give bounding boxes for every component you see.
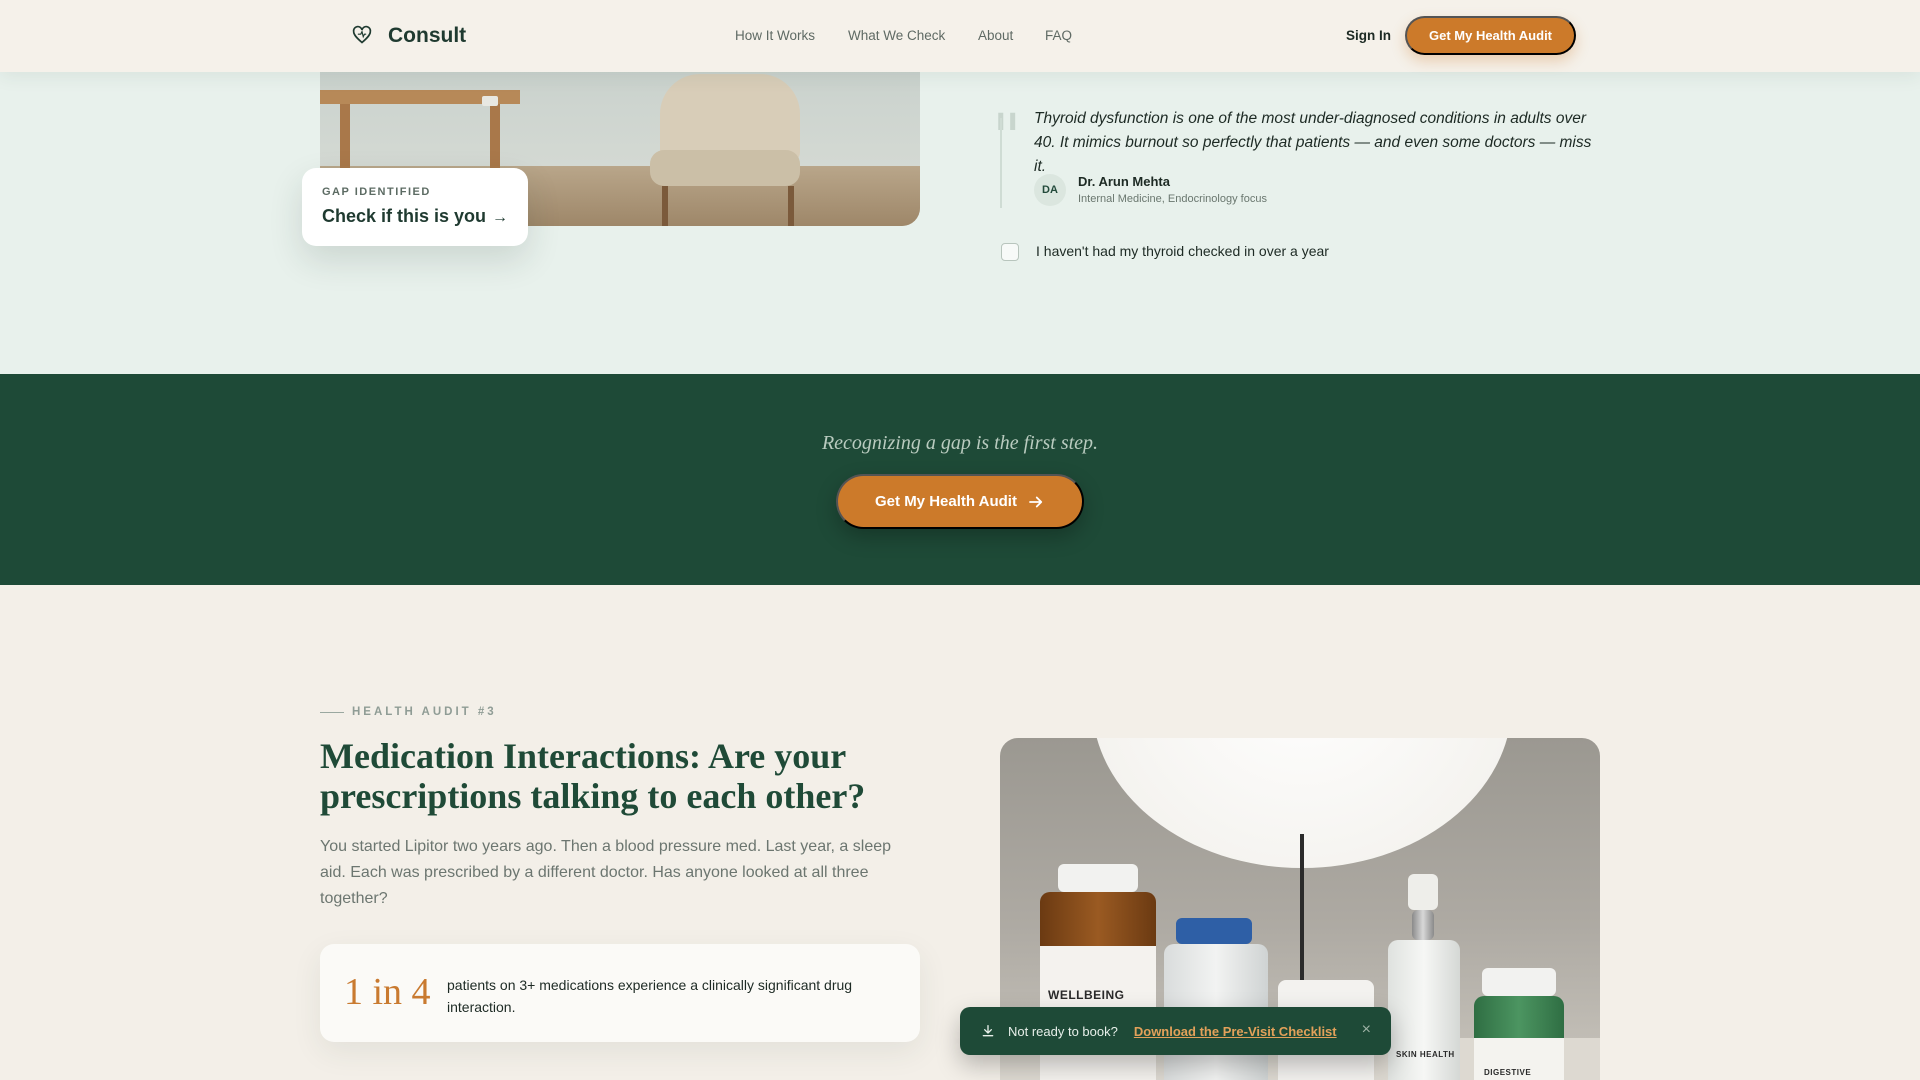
header-cta-button[interactable]: Get My Health Audit — [1405, 16, 1576, 55]
checklist-toast: Not ready to book? Download the Pre-Visi… — [960, 1007, 1391, 1055]
band-cta-label: Get My Health Audit — [875, 493, 1017, 510]
nav-about[interactable]: About — [978, 28, 1013, 43]
thyroid-checkbox[interactable] — [1001, 243, 1019, 261]
band-tagline: Recognizing a gap is the first step. — [821, 432, 1099, 454]
eyebrow-rule — [320, 712, 344, 713]
quote-divider — [1000, 118, 1002, 208]
gap-eyebrow: GAP IDENTIFIED — [322, 186, 431, 198]
download-checklist-link[interactable]: Download the Pre-Visit Checklist — [1134, 1024, 1337, 1039]
sign-in-link[interactable]: Sign In — [1346, 28, 1391, 43]
arrow-right-icon: → — [492, 209, 509, 226]
download-icon — [982, 1025, 994, 1037]
audit-eyebrow: HEALTH AUDIT #3 — [352, 706, 497, 718]
avatar: DA — [1034, 174, 1066, 206]
gap-identified-card[interactable]: GAP IDENTIFIED Check if this is you → — [302, 168, 528, 246]
band-cta-button[interactable]: Get My Health Audit — [836, 474, 1084, 529]
stat-text: patients on 3+ medications experience a … — [447, 977, 853, 1015]
doctor-role: Internal Medicine, Endocrinology focus — [1078, 193, 1267, 205]
gap-title[interactable]: Check if this is you → — [322, 206, 508, 227]
nav-what-we-check[interactable]: What We Check — [848, 28, 945, 43]
stat-number: 1 in 4 — [344, 971, 431, 1013]
heart-logo-icon[interactable] — [352, 25, 372, 45]
stat-card: 1 in 4 patients on 3+ medications experi… — [320, 944, 920, 1042]
close-icon[interactable]: × — [1362, 1021, 1371, 1039]
toast-text: Not ready to book? — [1008, 1023, 1118, 1039]
thyroid-checkbox-label[interactable]: I haven't had my thyroid checked in over… — [1036, 243, 1329, 259]
photo-label-skin-health: SKIN HEALTH — [1396, 1050, 1455, 1059]
arrow-right-icon — [1029, 496, 1043, 507]
quote-mark-icon: " — [992, 101, 1022, 175]
doctor-name: Dr. Arun Mehta — [1078, 174, 1170, 189]
nav-how-it-works[interactable]: How It Works — [735, 28, 815, 43]
nav-faq[interactable]: FAQ — [1045, 28, 1072, 43]
testimonial-quote: Thyroid dysfunction is one of the most u… — [1034, 110, 1592, 175]
logo-text[interactable]: Consult — [388, 24, 466, 48]
photo-label-digestive: DIGESTIVE — [1484, 1068, 1532, 1077]
site-header: Consult How It Works What We Check About… — [0, 0, 1920, 72]
audit-title: Medication Interactions: Are your prescr… — [320, 736, 866, 816]
photo-label-wellbeing: WELLBEING — [1048, 988, 1125, 1002]
audit-lead: You started Lipitor two years ago. Then … — [320, 838, 892, 907]
gap-title-text: Check if this is you — [322, 206, 487, 226]
